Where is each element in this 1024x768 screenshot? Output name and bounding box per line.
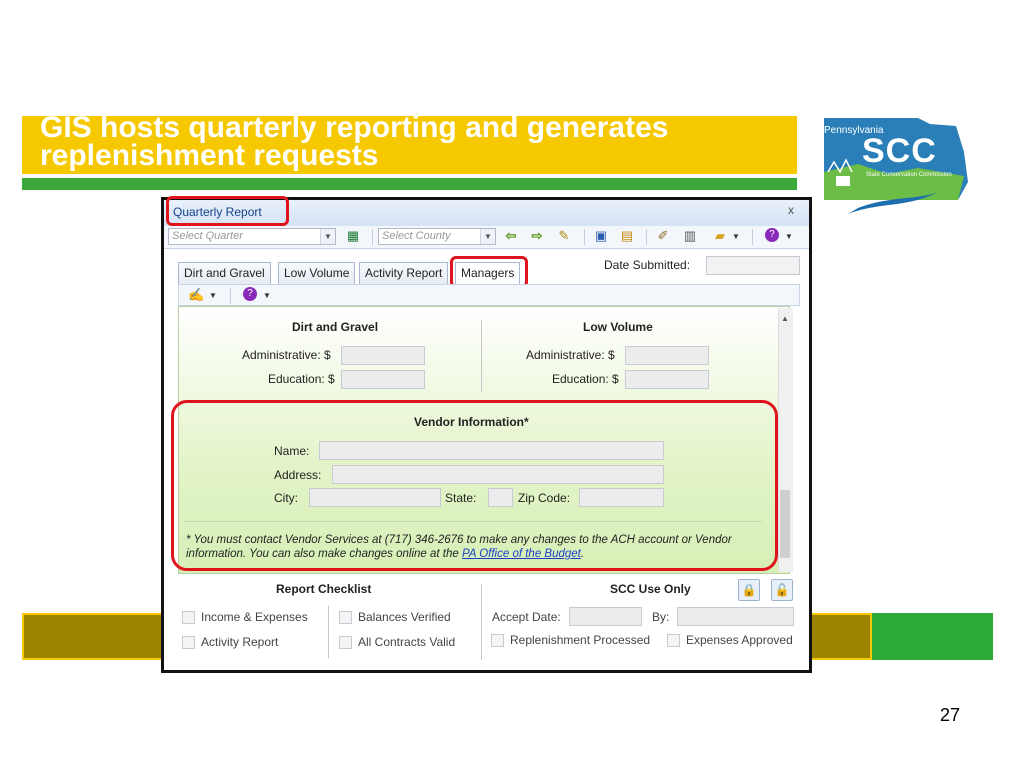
dg-administrative-field[interactable]: [341, 346, 425, 365]
edit-icon[interactable]: ✐: [655, 228, 671, 244]
expenses-approved-checkbox[interactable]: [667, 634, 680, 647]
lv-administrative-field[interactable]: [625, 346, 709, 365]
county-select[interactable]: Select County ▼: [378, 228, 496, 245]
vendor-name-label: Name:: [274, 444, 310, 458]
dg-administrative-label: Administrative: $: [242, 348, 331, 362]
chevron-down-icon: ▼: [320, 229, 335, 244]
lv-education-label: Education: $: [552, 372, 619, 386]
income-expenses-label: Income & Expenses: [201, 610, 308, 624]
by-label: By:: [652, 610, 670, 624]
vendor-city-field[interactable]: [309, 488, 441, 507]
vendor-note-text: * You must contact Vendor Services at (7…: [186, 534, 732, 560]
user-edit-icon[interactable]: ✍: [188, 287, 204, 303]
quarter-select[interactable]: Select Quarter ▼: [168, 228, 336, 245]
logo-acronym: SCC: [862, 132, 937, 170]
excel-icon[interactable]: ▦: [345, 228, 361, 244]
chevron-down-icon[interactable]: ▼: [205, 288, 221, 304]
tab-activity-report[interactable]: Activity Report: [359, 262, 449, 284]
activity-report-checkbox[interactable]: [182, 636, 195, 649]
toolbar-separator: [752, 229, 753, 245]
balances-verified-label: Balances Verified: [358, 610, 451, 624]
quarter-select-placeholder: Select Quarter: [172, 230, 243, 242]
scroll-thumb[interactable]: [780, 490, 790, 558]
save-icon[interactable]: ▣: [593, 228, 609, 244]
dirt-gravel-heading: Dirt and Gravel: [292, 320, 379, 334]
print-icon[interactable]: ▥: [682, 228, 698, 244]
dg-education-label: Education: $: [268, 372, 335, 386]
page-number: 27: [939, 705, 961, 725]
vendor-note-end: .: [580, 548, 585, 560]
vendor-address-field[interactable]: [332, 465, 664, 484]
accept-date-field[interactable]: [569, 607, 642, 626]
toolbar-separator: [584, 229, 585, 245]
scroll-up-icon[interactable]: ▲: [778, 314, 792, 323]
date-submitted-label: Date Submitted:: [604, 258, 691, 272]
back-arrow-icon[interactable]: ⇦: [503, 228, 519, 244]
lock-icon[interactable]: 🔒: [738, 579, 760, 601]
tab-dirt-and-gravel[interactable]: Dirt and Gravel: [178, 262, 271, 284]
lv-education-field[interactable]: [625, 370, 709, 389]
tab-low-volume[interactable]: Low Volume: [278, 262, 356, 284]
activity-report-label: Activity Report: [201, 635, 279, 649]
vendor-city-label: City:: [274, 491, 298, 505]
toolbar-separator: [646, 229, 647, 245]
help-icon[interactable]: ?: [765, 228, 779, 242]
chevron-down-icon: ▼: [480, 229, 495, 244]
balances-verified-checkbox[interactable]: [339, 611, 352, 624]
by-field[interactable]: [677, 607, 794, 626]
replenishment-processed-checkbox[interactable]: [491, 634, 504, 647]
green-divider: [22, 178, 797, 190]
slide-title: GIS hosts quarterly reporting and genera…: [40, 111, 669, 172]
all-contracts-valid-checkbox[interactable]: [339, 636, 352, 649]
toolbar-separator: [372, 229, 373, 245]
toolbar-separator: [230, 288, 231, 304]
pa-office-budget-link[interactable]: PA Office of the Budget: [462, 548, 581, 560]
chevron-down-icon[interactable]: ▼: [259, 288, 275, 304]
folder-icon[interactable]: ▰: [712, 228, 728, 244]
scc-use-heading: SCC Use Only: [610, 582, 691, 596]
checklist-divider: [328, 606, 329, 658]
report-checklist-heading: Report Checklist: [276, 582, 372, 596]
forward-arrow-icon[interactable]: ⇨: [529, 228, 545, 244]
checklist-icon[interactable]: ✎: [556, 228, 572, 244]
section-divider: [481, 584, 482, 660]
replenishment-processed-label: Replenishment Processed: [510, 633, 651, 647]
income-expenses-checkbox[interactable]: [182, 611, 195, 624]
vendor-zip-label: Zip Code:: [518, 491, 571, 505]
expenses-approved-label: Expenses Approved: [686, 633, 793, 647]
accept-date-label: Accept Date:: [492, 610, 561, 624]
vendor-name-field[interactable]: [319, 441, 664, 460]
highlight-window-title: [166, 196, 289, 226]
close-icon[interactable]: x: [788, 203, 794, 217]
footer-band-green: [872, 613, 993, 660]
vendor-state-label: State:: [445, 491, 477, 505]
chevron-down-icon[interactable]: ▼: [781, 229, 797, 245]
vendor-zip-field[interactable]: [579, 488, 664, 507]
unlock-icon[interactable]: 🔓: [771, 579, 793, 601]
vendor-address-label: Address:: [274, 468, 322, 482]
lv-administrative-label: Administrative: $: [526, 348, 615, 362]
vendor-state-field[interactable]: [488, 488, 513, 507]
chevron-down-icon[interactable]: ▼: [728, 229, 744, 245]
dg-education-field[interactable]: [341, 370, 425, 389]
low-volume-heading: Low Volume: [583, 320, 653, 334]
date-submitted-field[interactable]: [706, 256, 800, 275]
vendor-divider: [184, 521, 762, 522]
section-divider: [481, 320, 482, 392]
save-as-icon[interactable]: ▤: [619, 228, 635, 244]
all-contracts-valid-label: All Contracts Valid: [358, 635, 456, 649]
help-icon[interactable]: ?: [243, 287, 257, 301]
county-select-placeholder: Select County: [382, 230, 451, 242]
vendor-heading: Vendor Information*: [414, 415, 529, 429]
vendor-note: * You must contact Vendor Services at (7…: [186, 533, 766, 561]
logo-subtitle: State Conservation Commission: [866, 172, 952, 178]
